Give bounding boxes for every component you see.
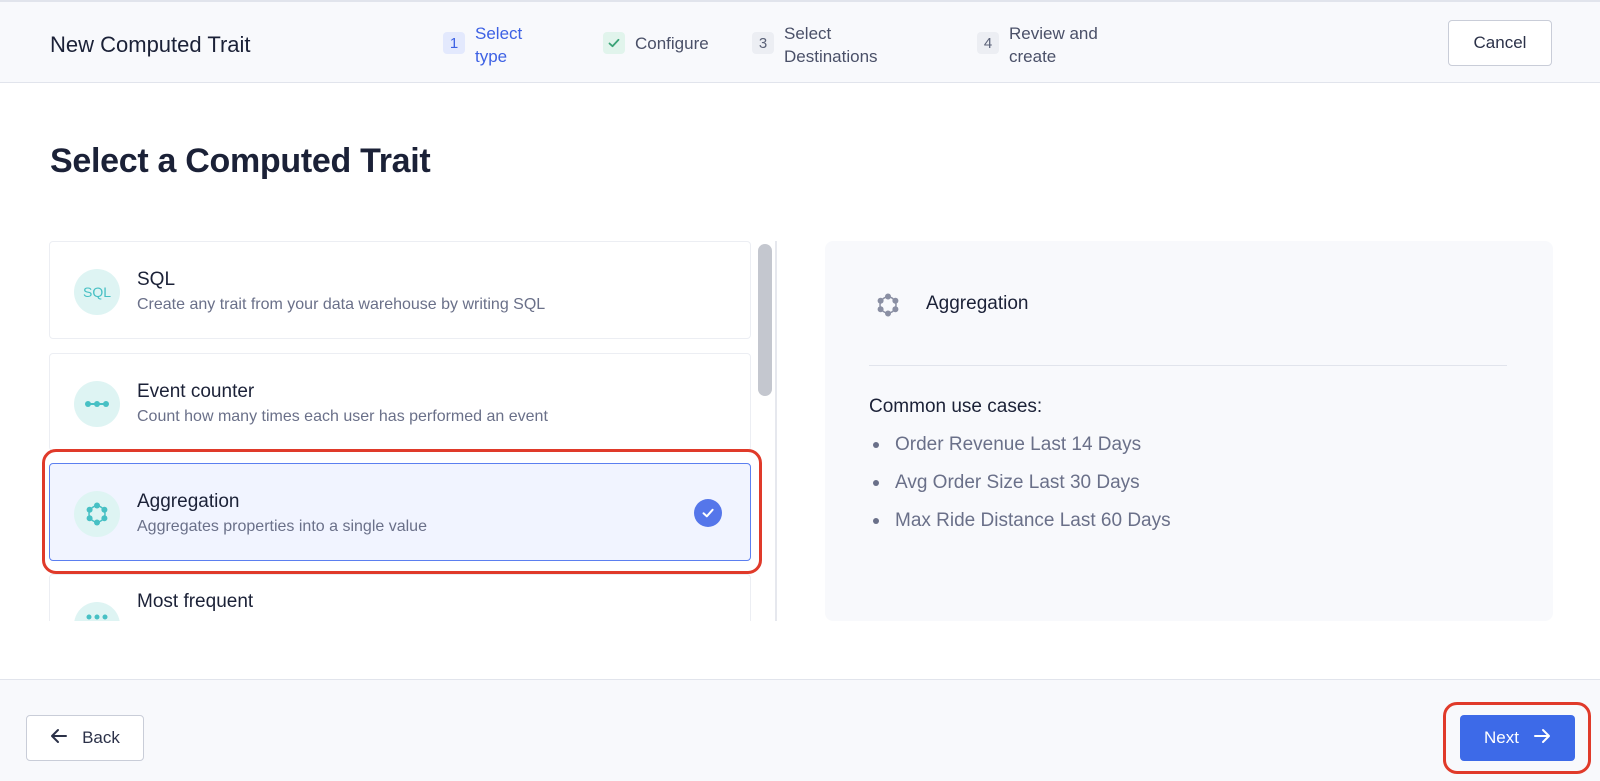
footer-bar: Back Next [0,679,1600,781]
arrow-left-icon [50,728,68,749]
most-frequent-icon [74,602,120,621]
highlight-annotation-next [1443,702,1591,774]
option-description: Create any trait from your data warehous… [137,296,546,313]
step-configure[interactable]: Configure [603,22,709,55]
option-most-frequent[interactable]: Most frequent [49,574,751,621]
step-label: Select type [475,24,523,66]
step-select-type[interactable]: 1 Select type [443,22,545,68]
step-select-destinations[interactable]: 3 Select Destinations [752,22,904,68]
option-title: Most frequent [137,591,254,612]
back-label: Back [82,728,120,747]
step-label: Configure [635,34,709,53]
option-description: Count how many times each user has perfo… [137,408,548,425]
page-title: Select a Computed Trait [50,142,431,180]
sql-icon: SQL [74,269,120,315]
option-title: Event counter [137,381,255,402]
list-item: Order Revenue Last 14 Days [869,431,1171,469]
step-label: Review and create [1009,24,1098,66]
use-cases-heading: Common use cases: [869,396,1043,417]
option-title: SQL [137,269,176,290]
use-case-text: Avg Order Size Last 30 Days [895,472,1140,493]
detail-panel: Aggregation Common use cases: Order Reve… [825,241,1553,621]
use-case-text: Order Revenue Last 14 Days [895,434,1142,455]
list-scrollbar[interactable] [758,244,772,396]
check-icon [603,32,625,54]
list-item: Avg Order Size Last 30 Days [869,469,1171,507]
divider [869,365,1507,366]
use-cases-list: Order Revenue Last 14 Days Avg Order Siz… [869,431,1171,545]
top-header: New Computed Trait 1 Select type Configu… [0,0,1600,83]
highlight-annotation-aggregation [42,449,762,574]
use-case-text: Max Ride Distance Last 60 Days [895,510,1171,531]
cancel-button[interactable]: Cancel [1448,20,1552,66]
option-event-counter[interactable]: Event counter Count how many times each … [49,353,751,451]
bullet-icon [873,518,879,524]
list-item: Max Ride Distance Last 60 Days [869,507,1171,545]
step-review-and-create[interactable]: 4 Review and create [977,22,1119,68]
step-number-badge: 4 [977,32,999,54]
page-header-title: New Computed Trait [50,32,251,57]
back-button[interactable]: Back [26,715,144,761]
step-number-badge: 3 [752,32,774,54]
step-label: Select Destinations [784,24,878,66]
bullet-icon [873,480,879,486]
detail-title: Aggregation [926,293,1029,314]
event-counter-icon [74,381,120,427]
step-number-badge: 1 [443,32,465,54]
bullet-icon [873,442,879,448]
aggregation-icon [875,292,901,318]
option-sql[interactable]: SQL SQL Create any trait from your data … [49,241,751,339]
